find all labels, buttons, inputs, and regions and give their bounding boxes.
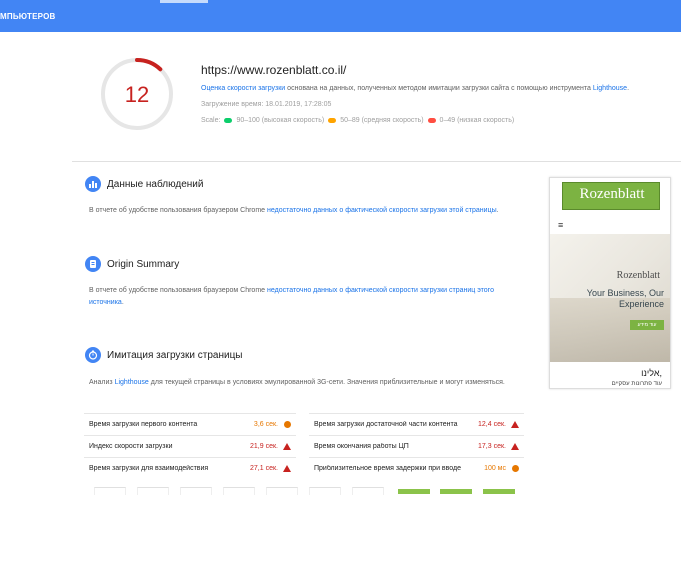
score-scale: Scale: 90–100 (высокая скорость) 50–89 (… — [201, 117, 514, 124]
filmstrip-frame — [223, 487, 255, 495]
warning-triangle-icon — [511, 443, 519, 450]
metric-value: 3,6 сек. — [253, 421, 278, 428]
filmstrip-frame — [266, 487, 298, 495]
metric-row: Время загрузки для взаимодействия 27,1 с… — [84, 457, 296, 478]
preview-hebrew-title: אלינו, — [641, 368, 662, 378]
metric-label: Время загрузки для взаимодействия — [89, 465, 209, 472]
metric-value: 17,3 сек. — [478, 443, 506, 450]
score-value: 12 — [124, 82, 150, 107]
site-logo-text: Rozenblatt — [579, 186, 645, 202]
origin-summary-title: Origin Summary — [107, 259, 180, 270]
metric-value: 21,9 сек. — [250, 443, 278, 450]
metric-value: 27,1 сек. — [250, 465, 278, 472]
origin-text-prefix: В отчете об удобстве пользования браузер… — [89, 287, 267, 294]
speed-score-link[interactable]: Оценка скорости загрузки — [201, 85, 285, 92]
field-text-suffix: . — [496, 207, 499, 214]
metric-row: Приблизительное время задержки при вводе… — [309, 457, 524, 478]
header-divider — [72, 161, 681, 162]
filmstrip-frame — [180, 487, 212, 495]
average-dot-icon — [328, 118, 337, 123]
origin-summary-text: В отчете об удобстве пользования браузер… — [89, 285, 519, 309]
bar-chart-icon — [85, 176, 101, 192]
warning-triangle-icon — [511, 421, 519, 428]
top-bar: МПЬЮТЕРОВ — [0, 0, 681, 32]
lighthouse-link[interactable]: Lighthouse — [593, 85, 627, 92]
metric-row: Время окончания работы ЦП 17,3 сек. — [309, 435, 524, 456]
field-text-prefix: В отчете об удобстве пользования браузер… — [89, 207, 267, 214]
hero-tagline: Your Business, Our Experience — [586, 288, 664, 309]
metric-label: Приблизительное время задержки при вводе — [314, 465, 461, 472]
score-description: Оценка скорости загрузки основана на дан… — [201, 85, 629, 92]
warning-triangle-icon — [283, 443, 291, 450]
metric-value: 100 мс — [484, 465, 506, 472]
page-screenshot-preview: Rozenblatt ≡ Rozenblatt Your Business, O… — [549, 177, 671, 389]
filmstrip-frame — [137, 487, 169, 495]
hero-button: עוד מידע — [630, 320, 664, 330]
filmstrip-frame — [440, 489, 472, 494]
metric-row: Время загрузки первого контента 3,6 сек. — [84, 413, 296, 434]
stopwatch-icon — [85, 347, 101, 363]
scale-label: Scale: — [201, 117, 221, 124]
filmstrip-frame — [483, 489, 515, 494]
field-data-title: Данные наблюдений — [107, 179, 204, 190]
scale-mid: 50–89 (средняя скорость) — [340, 117, 424, 124]
filmstrip-frame — [309, 487, 341, 495]
desc-end: . — [627, 85, 630, 92]
lab-text-prefix: Анализ — [89, 379, 115, 386]
hero-brand: Rozenblatt — [616, 270, 660, 281]
lab-data-text: Анализ Lighthouse для текущей страницы в… — [89, 377, 519, 389]
filmstrip-frame — [94, 487, 126, 495]
scale-fast: 90–100 (высокая скорость) — [236, 117, 325, 124]
metric-label: Время окончания работы ЦП — [314, 443, 409, 450]
filmstrip-frame — [352, 487, 384, 495]
hamburger-menu-icon: ≡ — [558, 220, 564, 230]
field-data-link[interactable]: недостаточно данных о фактической скорос… — [267, 207, 497, 214]
field-data-text: В отчете об удобстве пользования браузер… — [89, 205, 519, 217]
metric-value: 12,4 сек. — [478, 421, 506, 428]
slow-dot-icon — [427, 118, 436, 123]
filmstrip-frame — [398, 489, 430, 494]
scale-slow: 0–49 (низкая скорость) — [439, 117, 515, 124]
metric-label: Индекс скорости загрузки — [89, 443, 173, 450]
tab-indicator — [160, 0, 208, 3]
warning-triangle-icon — [283, 465, 291, 472]
page-url: https://www.rozenblatt.co.il/ — [201, 63, 347, 77]
hero-image: Rozenblatt Your Business, Our Experience… — [550, 234, 670, 362]
lab-data-title: Имитация загрузки страницы — [107, 350, 243, 361]
desc-text: основана на данных, полученных методом и… — [285, 85, 593, 92]
origin-text-suffix: . — [121, 299, 124, 306]
site-logo: Rozenblatt — [562, 182, 660, 210]
average-circle-icon — [512, 465, 519, 472]
metric-row: Время загрузки достаточной части контент… — [309, 413, 524, 434]
load-time: Загружение время: 18.01.2019, 17:28:05 — [201, 101, 332, 108]
lab-lighthouse-link[interactable]: Lighthouse — [115, 379, 149, 386]
lab-text-suffix: для текущей страницы в условиях эмулиров… — [148, 379, 505, 386]
average-circle-icon — [284, 421, 291, 428]
preview-hebrew-subtitle: עוד פתרונות עסקיים — [611, 381, 662, 387]
metric-row: Индекс скорости загрузки 21,9 сек. — [84, 435, 296, 456]
fast-dot-icon — [224, 118, 233, 123]
metric-label: Время загрузки достаточной части контент… — [314, 421, 458, 428]
metric-label: Время загрузки первого контента — [89, 421, 198, 428]
tab-computers[interactable]: МПЬЮТЕРОВ — [0, 12, 55, 21]
origin-summary-icon — [85, 256, 101, 272]
